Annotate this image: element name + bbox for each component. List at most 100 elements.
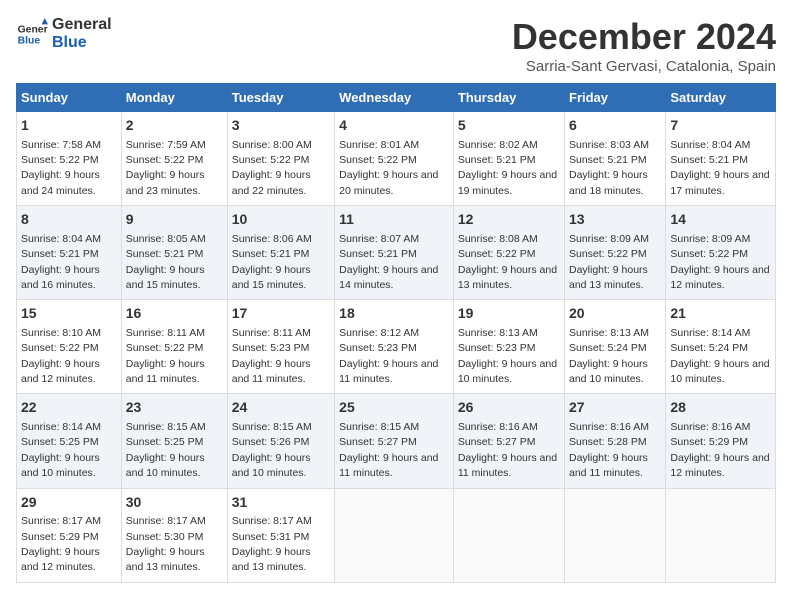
day-number: 10	[232, 210, 330, 230]
day-info: Sunrise: 8:07 AMSunset: 5:21 PMDaylight:…	[339, 233, 438, 291]
calendar-cell: 7 Sunrise: 8:04 AMSunset: 5:21 PMDayligh…	[666, 112, 776, 206]
day-info: Sunrise: 8:02 AMSunset: 5:21 PMDaylight:…	[458, 139, 557, 197]
day-number: 15	[21, 304, 117, 324]
day-number: 18	[339, 304, 449, 324]
day-number: 8	[21, 210, 117, 230]
day-number: 4	[339, 116, 449, 136]
day-info: Sunrise: 7:59 AMSunset: 5:22 PMDaylight:…	[126, 139, 206, 197]
calendar-header-row: Sunday Monday Tuesday Wednesday Thursday…	[17, 84, 776, 112]
title-section: December 2024 Sarria-Sant Gervasi, Catal…	[512, 16, 776, 75]
logo-icon: General Blue	[16, 18, 48, 50]
header-wednesday: Wednesday	[335, 84, 454, 112]
day-number: 1	[21, 116, 117, 136]
calendar-cell: 3 Sunrise: 8:00 AMSunset: 5:22 PMDayligh…	[227, 112, 334, 206]
calendar-cell	[335, 488, 454, 582]
day-info: Sunrise: 8:17 AMSunset: 5:30 PMDaylight:…	[126, 515, 206, 573]
day-number: 27	[569, 398, 661, 418]
calendar-cell	[565, 488, 666, 582]
calendar-week-row: 15 Sunrise: 8:10 AMSunset: 5:22 PMDaylig…	[17, 300, 776, 394]
calendar-cell	[666, 488, 776, 582]
calendar-cell: 29 Sunrise: 8:17 AMSunset: 5:29 PMDaylig…	[17, 488, 122, 582]
calendar-cell: 20 Sunrise: 8:13 AMSunset: 5:24 PMDaylig…	[565, 300, 666, 394]
day-number: 12	[458, 210, 560, 230]
day-number: 9	[126, 210, 223, 230]
day-info: Sunrise: 8:14 AMSunset: 5:25 PMDaylight:…	[21, 421, 101, 479]
day-info: Sunrise: 8:04 AMSunset: 5:21 PMDaylight:…	[21, 233, 101, 291]
calendar-cell: 12 Sunrise: 8:08 AMSunset: 5:22 PMDaylig…	[453, 206, 564, 300]
calendar-cell: 4 Sunrise: 8:01 AMSunset: 5:22 PMDayligh…	[335, 112, 454, 206]
day-number: 31	[232, 493, 330, 513]
day-info: Sunrise: 8:05 AMSunset: 5:21 PMDaylight:…	[126, 233, 206, 291]
day-info: Sunrise: 8:04 AMSunset: 5:21 PMDaylight:…	[670, 139, 769, 197]
day-number: 5	[458, 116, 560, 136]
calendar-cell: 30 Sunrise: 8:17 AMSunset: 5:30 PMDaylig…	[121, 488, 227, 582]
day-number: 13	[569, 210, 661, 230]
day-info: Sunrise: 7:58 AMSunset: 5:22 PMDaylight:…	[21, 139, 101, 197]
day-number: 3	[232, 116, 330, 136]
day-number: 17	[232, 304, 330, 324]
page-header: General Blue General Blue December 2024 …	[16, 16, 776, 75]
calendar-title: December 2024	[512, 16, 776, 58]
calendar-cell: 17 Sunrise: 8:11 AMSunset: 5:23 PMDaylig…	[227, 300, 334, 394]
calendar-cell: 11 Sunrise: 8:07 AMSunset: 5:21 PMDaylig…	[335, 206, 454, 300]
day-info: Sunrise: 8:12 AMSunset: 5:23 PMDaylight:…	[339, 327, 438, 385]
calendar-week-row: 22 Sunrise: 8:14 AMSunset: 5:25 PMDaylig…	[17, 394, 776, 488]
calendar-cell: 24 Sunrise: 8:15 AMSunset: 5:26 PMDaylig…	[227, 394, 334, 488]
calendar-week-row: 8 Sunrise: 8:04 AMSunset: 5:21 PMDayligh…	[17, 206, 776, 300]
header-tuesday: Tuesday	[227, 84, 334, 112]
calendar-cell: 16 Sunrise: 8:11 AMSunset: 5:22 PMDaylig…	[121, 300, 227, 394]
day-number: 30	[126, 493, 223, 513]
calendar-subtitle: Sarria-Sant Gervasi, Catalonia, Spain	[512, 58, 776, 75]
day-info: Sunrise: 8:16 AMSunset: 5:28 PMDaylight:…	[569, 421, 649, 479]
logo: General Blue General Blue	[16, 16, 112, 51]
calendar-cell: 6 Sunrise: 8:03 AMSunset: 5:21 PMDayligh…	[565, 112, 666, 206]
day-info: Sunrise: 8:09 AMSunset: 5:22 PMDaylight:…	[670, 233, 769, 291]
header-monday: Monday	[121, 84, 227, 112]
calendar-cell: 5 Sunrise: 8:02 AMSunset: 5:21 PMDayligh…	[453, 112, 564, 206]
calendar-cell: 10 Sunrise: 8:06 AMSunset: 5:21 PMDaylig…	[227, 206, 334, 300]
logo-text-general: General	[52, 16, 112, 34]
day-number: 14	[670, 210, 771, 230]
day-info: Sunrise: 8:10 AMSunset: 5:22 PMDaylight:…	[21, 327, 101, 385]
calendar-week-row: 29 Sunrise: 8:17 AMSunset: 5:29 PMDaylig…	[17, 488, 776, 582]
calendar-cell: 23 Sunrise: 8:15 AMSunset: 5:25 PMDaylig…	[121, 394, 227, 488]
calendar-cell: 13 Sunrise: 8:09 AMSunset: 5:22 PMDaylig…	[565, 206, 666, 300]
day-info: Sunrise: 8:14 AMSunset: 5:24 PMDaylight:…	[670, 327, 769, 385]
header-saturday: Saturday	[666, 84, 776, 112]
day-number: 25	[339, 398, 449, 418]
day-number: 21	[670, 304, 771, 324]
svg-text:General: General	[18, 24, 48, 35]
day-info: Sunrise: 8:06 AMSunset: 5:21 PMDaylight:…	[232, 233, 312, 291]
day-number: 19	[458, 304, 560, 324]
calendar-cell	[453, 488, 564, 582]
calendar-cell: 22 Sunrise: 8:14 AMSunset: 5:25 PMDaylig…	[17, 394, 122, 488]
calendar-cell: 14 Sunrise: 8:09 AMSunset: 5:22 PMDaylig…	[666, 206, 776, 300]
header-sunday: Sunday	[17, 84, 122, 112]
day-number: 16	[126, 304, 223, 324]
day-info: Sunrise: 8:15 AMSunset: 5:25 PMDaylight:…	[126, 421, 206, 479]
day-number: 24	[232, 398, 330, 418]
day-number: 26	[458, 398, 560, 418]
calendar-week-row: 1 Sunrise: 7:58 AMSunset: 5:22 PMDayligh…	[17, 112, 776, 206]
day-number: 22	[21, 398, 117, 418]
day-info: Sunrise: 8:13 AMSunset: 5:23 PMDaylight:…	[458, 327, 557, 385]
day-info: Sunrise: 8:00 AMSunset: 5:22 PMDaylight:…	[232, 139, 312, 197]
day-info: Sunrise: 8:17 AMSunset: 5:31 PMDaylight:…	[232, 515, 312, 573]
header-friday: Friday	[565, 84, 666, 112]
calendar-cell: 31 Sunrise: 8:17 AMSunset: 5:31 PMDaylig…	[227, 488, 334, 582]
calendar-cell: 27 Sunrise: 8:16 AMSunset: 5:28 PMDaylig…	[565, 394, 666, 488]
day-number: 23	[126, 398, 223, 418]
day-info: Sunrise: 8:01 AMSunset: 5:22 PMDaylight:…	[339, 139, 438, 197]
day-info: Sunrise: 8:15 AMSunset: 5:27 PMDaylight:…	[339, 421, 438, 479]
calendar-cell: 26 Sunrise: 8:16 AMSunset: 5:27 PMDaylig…	[453, 394, 564, 488]
calendar-cell: 19 Sunrise: 8:13 AMSunset: 5:23 PMDaylig…	[453, 300, 564, 394]
day-number: 11	[339, 210, 449, 230]
day-info: Sunrise: 8:13 AMSunset: 5:24 PMDaylight:…	[569, 327, 649, 385]
calendar-cell: 1 Sunrise: 7:58 AMSunset: 5:22 PMDayligh…	[17, 112, 122, 206]
day-info: Sunrise: 8:16 AMSunset: 5:29 PMDaylight:…	[670, 421, 769, 479]
day-number: 2	[126, 116, 223, 136]
day-info: Sunrise: 8:16 AMSunset: 5:27 PMDaylight:…	[458, 421, 557, 479]
calendar-cell: 2 Sunrise: 7:59 AMSunset: 5:22 PMDayligh…	[121, 112, 227, 206]
day-number: 20	[569, 304, 661, 324]
day-info: Sunrise: 8:17 AMSunset: 5:29 PMDaylight:…	[21, 515, 101, 573]
